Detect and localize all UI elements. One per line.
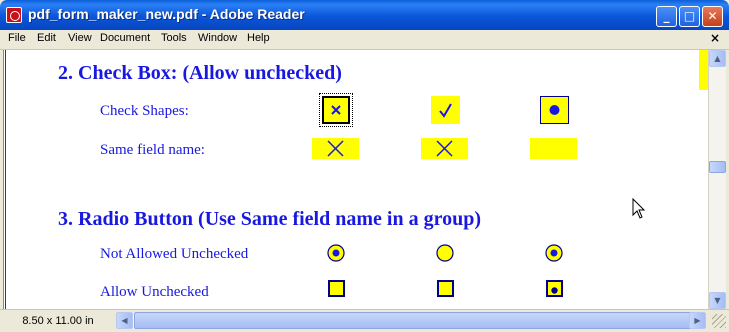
vertical-scroll-thumb[interactable]: [709, 161, 726, 173]
same-name-checkbox-3[interactable]: [530, 138, 577, 159]
scroll-right-button[interactable]: ▶: [689, 312, 706, 329]
cross-check-icon: [436, 140, 453, 157]
horizontal-scrollbar[interactable]: ◀ ▶: [116, 312, 706, 329]
checkmark-icon: [439, 103, 452, 118]
title-bar[interactable]: pdf_form_maker_new.pdf - Adobe Reader _ …: [0, 0, 729, 30]
resize-grip[interactable]: [712, 314, 726, 328]
same-field-name-label: Same field name:: [100, 142, 205, 158]
cross-check-icon: [327, 140, 344, 157]
section-2-heading: 2. Check Box: (Allow unchecked): [58, 62, 342, 84]
scroll-down-button[interactable]: ▼: [709, 292, 726, 309]
page-edge: [5, 50, 6, 309]
not-allowed-unchecked-label: Not Allowed Unchecked: [100, 246, 249, 262]
dot-icon: [549, 105, 560, 115]
close-button[interactable]: ✕: [702, 6, 723, 27]
form-field-highlight: [699, 50, 708, 90]
menu-help[interactable]: Help: [247, 32, 270, 44]
allow-unchecked-label: Allow Unchecked: [100, 284, 209, 300]
cross-check-icon: [331, 105, 341, 115]
document-close-button[interactable]: ×: [710, 31, 720, 45]
radio-button-1a[interactable]: [327, 244, 345, 262]
checkbox-checkmark-field[interactable]: [431, 96, 460, 124]
menu-window[interactable]: Window: [198, 32, 237, 44]
vertical-scrollbar[interactable]: ▲ ▼: [708, 50, 726, 309]
radio-button-1c[interactable]: [545, 244, 563, 262]
menu-bar: File Edit View Document Tools Window Hel…: [0, 30, 729, 50]
document-view[interactable]: 2. Check Box: (Allow unchecked) Check Sh…: [3, 50, 708, 309]
check-shapes-label: Check Shapes:: [100, 103, 189, 119]
mouse-cursor-icon: [632, 198, 646, 219]
minimize-button[interactable]: _: [656, 6, 677, 27]
menu-document[interactable]: Document: [100, 32, 150, 44]
maximize-button[interactable]: □: [679, 6, 700, 27]
menu-tools[interactable]: Tools: [161, 32, 187, 44]
checkbox-dot-field[interactable]: [540, 96, 569, 124]
same-name-checkbox-1[interactable]: [312, 138, 359, 159]
menu-edit[interactable]: Edit: [37, 32, 56, 44]
section-3-heading: 3. Radio Button (Use Same field name in …: [58, 208, 481, 230]
menu-file[interactable]: File: [8, 32, 26, 44]
scroll-left-button[interactable]: ◀: [116, 312, 133, 329]
scroll-up-button[interactable]: ▲: [709, 50, 726, 67]
same-name-checkbox-2[interactable]: [421, 138, 468, 159]
dot-icon: [551, 287, 558, 294]
horizontal-scroll-thumb[interactable]: [134, 312, 698, 329]
radio-square-2a[interactable]: [328, 280, 345, 297]
menu-view[interactable]: View: [68, 32, 92, 44]
radio-button-1b[interactable]: [436, 244, 454, 262]
window-title: pdf_form_maker_new.pdf - Adobe Reader: [28, 6, 305, 22]
radio-square-2c[interactable]: [546, 280, 563, 297]
adobe-reader-icon: [6, 7, 22, 23]
radio-square-2b[interactable]: [437, 280, 454, 297]
status-bar: 8.50 x 11.00 in ◀ ▶: [0, 309, 729, 332]
page-size-indicator: 8.50 x 11.00 in: [22, 315, 94, 327]
checkbox-cross-field[interactable]: [319, 93, 353, 127]
